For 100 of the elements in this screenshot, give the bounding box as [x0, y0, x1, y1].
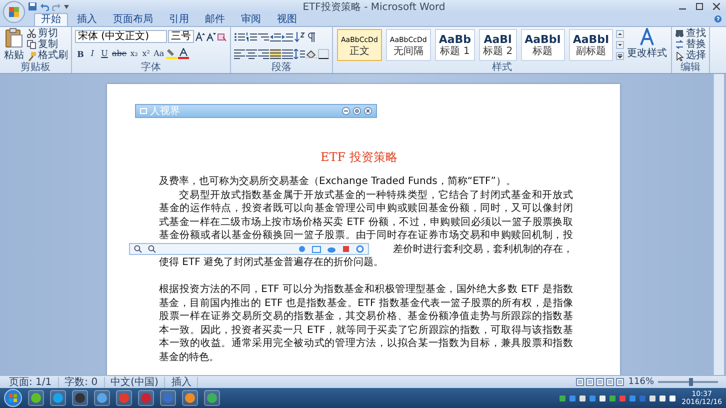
- ribbon-tab[interactable]: 页面布局: [106, 13, 160, 26]
- start-orb-icon[interactable]: [4, 389, 22, 407]
- group-label: 剪贴板: [20, 62, 52, 73]
- binoculars-icon: [675, 29, 684, 38]
- font-size-field[interactable]: 三号: [168, 30, 194, 43]
- ribbon-tab[interactable]: 引用: [162, 13, 196, 26]
- font-name-field[interactable]: 宋体 (中文正文): [75, 30, 167, 43]
- highlighter-icon[interactable]: [166, 48, 178, 59]
- window-icon: [140, 108, 147, 114]
- group-label: 编辑: [680, 62, 702, 73]
- change-styles-button[interactable]: 更改样式: [626, 28, 668, 62]
- ribbon-tab[interactable]: 邮件: [198, 13, 232, 26]
- settings-icon[interactable]: [353, 107, 361, 115]
- body-text-line: 根据投资方法的不同，ETF 可以分为指数基金和积极管理型基金，国外绝大多数 ETF 是指数: [159, 283, 573, 296]
- shading-icon[interactable]: [306, 48, 317, 58]
- change-case-button[interactable]: Aa: [152, 48, 166, 58]
- replace-icon: [675, 40, 684, 50]
- scroll-down-icon[interactable]: [616, 40, 624, 49]
- style-gallery-item[interactable]: AaBbI 副标题: [568, 29, 614, 61]
- copy-icon: [27, 40, 36, 50]
- align-left-icon[interactable]: [234, 48, 245, 58]
- font-color-icon[interactable]: [178, 48, 190, 59]
- zoom-slider-thumb[interactable]: [689, 378, 693, 386]
- scissors-icon: [27, 29, 36, 38]
- justify-icon[interactable]: [270, 48, 281, 58]
- clipboard-icon: [5, 28, 23, 48]
- maximize-icon[interactable]: [696, 3, 703, 10]
- align-center-icon[interactable]: [246, 48, 257, 58]
- window-title: ETF投资策略 - Microsoft Word: [302, 0, 446, 14]
- help-icon[interactable]: [714, 15, 722, 23]
- superscript-button[interactable]: x²: [140, 48, 152, 58]
- body-text-line: 差价时进行套利交易，套利机制的存在，: [393, 242, 573, 256]
- print-layout-icon[interactable]: [576, 378, 584, 386]
- dropdown-caret-icon[interactable]: [64, 4, 69, 8]
- line-spacing-icon[interactable]: [294, 48, 305, 58]
- subscript-button[interactable]: x₂: [128, 48, 140, 58]
- group-label: 字体: [140, 62, 162, 73]
- ribbon-tab[interactable]: 审阅: [234, 13, 268, 26]
- body-text-line: 使得 ETF 避免了封闭式基金普遍存在的折价问题。: [159, 256, 385, 270]
- reading-view-icon[interactable]: [586, 378, 594, 386]
- bullets-icon[interactable]: [234, 32, 245, 42]
- multilevel-list-icon[interactable]: [258, 32, 269, 42]
- body-text-line: 基金的特色。: [159, 350, 220, 364]
- ribbon-tab[interactable]: 插入: [70, 13, 104, 26]
- minimize-icon[interactable]: [342, 107, 350, 115]
- outline-icon[interactable]: [606, 378, 614, 386]
- body-text-line: 及费率，也可称为交易所交易基金（Exchange Traded Funds，简称“ETF”）。: [159, 175, 517, 188]
- close-icon[interactable]: [713, 3, 720, 10]
- circle-icon[interactable]: [72, 390, 88, 406]
- ribbon-tab[interactable]: 开始: [34, 13, 68, 26]
- increase-indent-icon[interactable]: [282, 32, 293, 42]
- strikethrough-button[interactable]: abe: [111, 48, 128, 58]
- select-button[interactable]: 选择: [675, 51, 706, 62]
- draft-icon[interactable]: [616, 378, 624, 386]
- body-text-line: 交易型开放式指数基金属于开放式基金的一种特殊类型，它结合了封闭式基金和开放式: [178, 188, 573, 202]
- body-text-line: 基金，目前国内推出的 ETF 也是指数基金。ETF 指数基金代表一篮子股票的所有权，是指像: [159, 296, 573, 310]
- decrease-indent-icon[interactable]: [270, 32, 281, 42]
- body-text-line: 本一致的收益。通常采用完全被动式的管理方法，以拟合某一指数为目标，兼具股票和指数: [159, 337, 573, 350]
- format-painter-button[interactable]: 格式刷: [27, 51, 68, 62]
- ribbon-tab[interactable]: 视图: [270, 13, 304, 26]
- body-text-line: 基金份额或者以基金份额换回一篮子股票。由于同时存在证券市场交易和申购赎回机制，投: [159, 229, 573, 242]
- document-heading: ETF 投资策略: [319, 150, 399, 165]
- bold-button[interactable]: B: [75, 48, 86, 58]
- zoom-level[interactable]: 116%: [624, 377, 658, 387]
- style-gallery-item[interactable]: AaBbI 标题: [520, 29, 565, 61]
- viewer-title: 人视界: [150, 106, 181, 116]
- search-icon[interactable]: [148, 245, 156, 254]
- scroll-up-icon[interactable]: [616, 30, 624, 38]
- sort-icon[interactable]: [294, 32, 305, 42]
- group-label: 样式: [491, 62, 514, 73]
- vertical-scrollbar[interactable]: [713, 74, 724, 375]
- distribute-icon[interactable]: [282, 48, 293, 58]
- body-text-line: 股票一样在证券交易所交易的指数基金，其交易价格、基金份额净值走势与所跟踪的指数基: [159, 310, 573, 324]
- paste-button[interactable]: 粘贴: [3, 28, 25, 62]
- body-text-line: 本一致。因此，投资者买卖一只 ETF，就等同于买卖了它所跟踪的指数，可取得与该指数基: [159, 324, 573, 337]
- image-icon[interactable]: [312, 246, 321, 253]
- paragraph-mark-icon[interactable]: [306, 32, 317, 42]
- copy-button[interactable]: 复制: [27, 40, 68, 50]
- underline-button[interactable]: U: [99, 48, 110, 58]
- body-text-line: 式基金一样在二级市场上按市场价格买卖 ETF 份额，不过，申购赎回必须以一篮子股票换取: [159, 216, 573, 229]
- search-icon[interactable]: [134, 245, 142, 254]
- save-icon[interactable]: [28, 2, 37, 11]
- align-right-icon[interactable]: [258, 48, 269, 58]
- clear-format-icon[interactable]: [217, 32, 227, 42]
- style-gallery-item[interactable]: AaBb 标题 1: [434, 29, 476, 61]
- cut-button[interactable]: 剪切: [27, 28, 68, 39]
- close-icon[interactable]: [364, 107, 372, 115]
- borders-icon[interactable]: [318, 48, 329, 58]
- cursor-icon: [675, 52, 684, 61]
- undo-icon[interactable]: [40, 2, 49, 11]
- web-layout-icon[interactable]: [596, 378, 604, 386]
- shrink-font-icon[interactable]: [206, 32, 216, 42]
- italic-button[interactable]: I: [87, 48, 98, 58]
- find-button[interactable]: 查找: [675, 28, 706, 39]
- replace-button[interactable]: 替换: [675, 40, 706, 50]
- numbering-icon[interactable]: [246, 32, 257, 42]
- brush-icon: [27, 52, 36, 61]
- grow-font-icon[interactable]: [195, 32, 205, 42]
- style-gallery-item[interactable]: AaBl 标题 2: [479, 29, 517, 61]
- more-styles-icon[interactable]: [616, 52, 624, 60]
